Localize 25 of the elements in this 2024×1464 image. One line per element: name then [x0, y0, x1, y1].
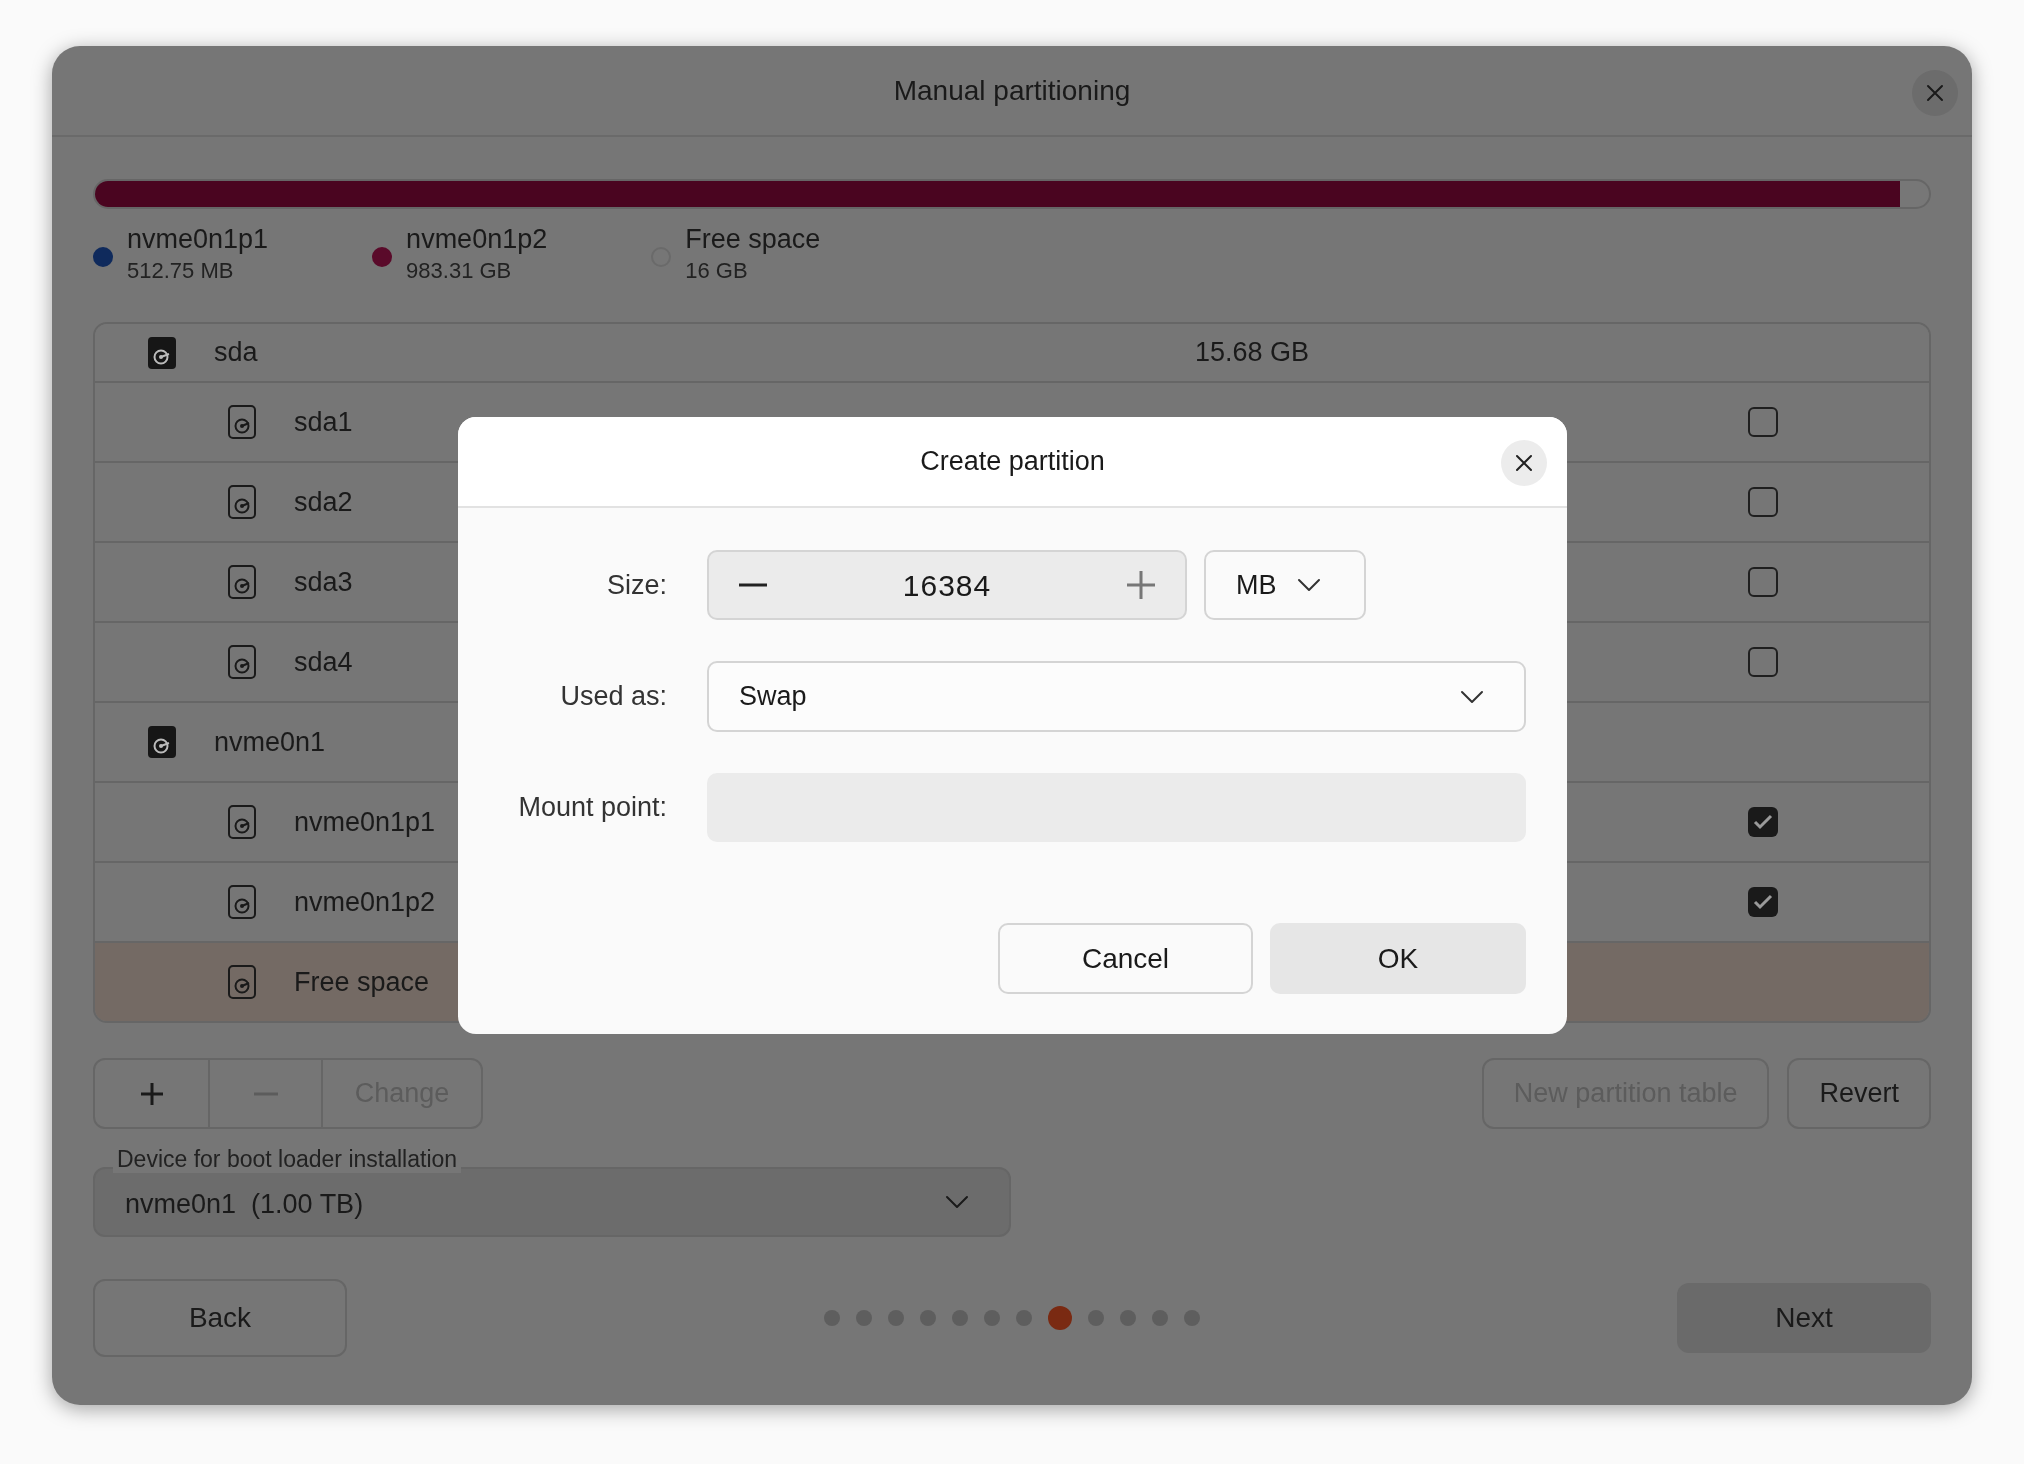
- legend-label: nvme0n1p1: [127, 223, 269, 256]
- legend-label: Free space: [685, 223, 821, 256]
- partition-name: sda3: [294, 565, 353, 599]
- partition-name: Free space: [294, 965, 430, 999]
- field-label: Used as:: [559, 680, 667, 714]
- partition-name: sda1: [294, 405, 353, 439]
- dialog-title: Create partition: [920, 445, 1105, 479]
- unit-value: MB: [1236, 568, 1277, 602]
- legend-size: 16 GB: [685, 257, 749, 285]
- size-value: 16384: [902, 567, 992, 604]
- device-name: nvme0n1: [214, 725, 326, 759]
- device-name: sda: [214, 336, 258, 370]
- window-title: Manual partitioning: [893, 73, 1131, 108]
- dropdown-value: nvme0n1 (1.00 TB): [125, 1187, 364, 1221]
- field-label: Size:: [605, 568, 667, 602]
- dropdown-value: Swap: [739, 680, 807, 714]
- partition-name: nvme0n1p1: [294, 805, 436, 839]
- legend-size: 983.31 GB: [406, 257, 513, 285]
- device-size: 15.68 GB: [1195, 336, 1310, 370]
- partition-name: sda2: [294, 485, 353, 519]
- legend-label: nvme0n1p2: [406, 223, 548, 256]
- field-label: Mount point:: [517, 791, 667, 825]
- partition-name: sda4: [294, 645, 353, 679]
- partition-name: nvme0n1p2: [294, 885, 436, 919]
- legend-size: 512.75 MB: [127, 257, 235, 285]
